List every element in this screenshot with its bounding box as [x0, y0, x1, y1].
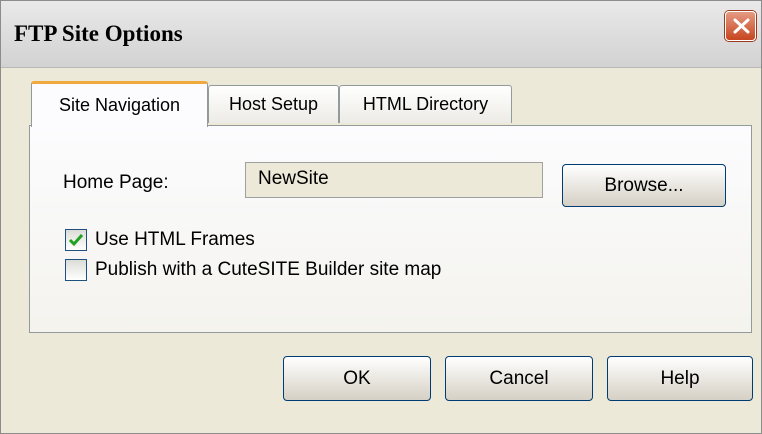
ok-button-label: OK: [343, 367, 371, 389]
browse-button-label: Browse...: [604, 174, 684, 196]
tab-host-setup[interactable]: Host Setup: [208, 85, 339, 123]
tab-site-navigation[interactable]: Site Navigation: [31, 81, 208, 127]
home-page-label: Home Page:: [63, 172, 169, 193]
use-html-frames-checkbox[interactable]: [65, 229, 87, 251]
tab-label: Host Setup: [228, 94, 319, 114]
checkmark-icon: [68, 234, 84, 247]
close-icon: [733, 18, 750, 34]
cancel-button-label: Cancel: [489, 367, 549, 389]
tab-label: Site Navigation: [58, 95, 181, 115]
help-button-label: Help: [660, 367, 700, 389]
ok-button[interactable]: OK: [283, 356, 431, 401]
cancel-button[interactable]: Cancel: [445, 356, 593, 401]
publish-sitemap-label[interactable]: Publish with a CuteSITE Builder site map: [95, 259, 441, 281]
title-bar[interactable]: FTP Site Options: [1, 1, 761, 68]
window-title: FTP Site Options: [14, 21, 183, 46]
publish-sitemap-checkbox[interactable]: [65, 259, 87, 281]
browse-button[interactable]: Browse...: [562, 164, 726, 207]
home-page-field[interactable]: NewSite: [245, 162, 543, 198]
help-button[interactable]: Help: [607, 356, 753, 401]
use-html-frames-label[interactable]: Use HTML Frames: [95, 229, 255, 251]
tab-html-directory[interactable]: HTML Directory: [339, 85, 512, 123]
tab-label: HTML Directory: [362, 94, 489, 114]
ftp-site-options-dialog: FTP Site Options Site Navigation Host Se…: [0, 0, 762, 434]
close-button[interactable]: [725, 11, 756, 41]
